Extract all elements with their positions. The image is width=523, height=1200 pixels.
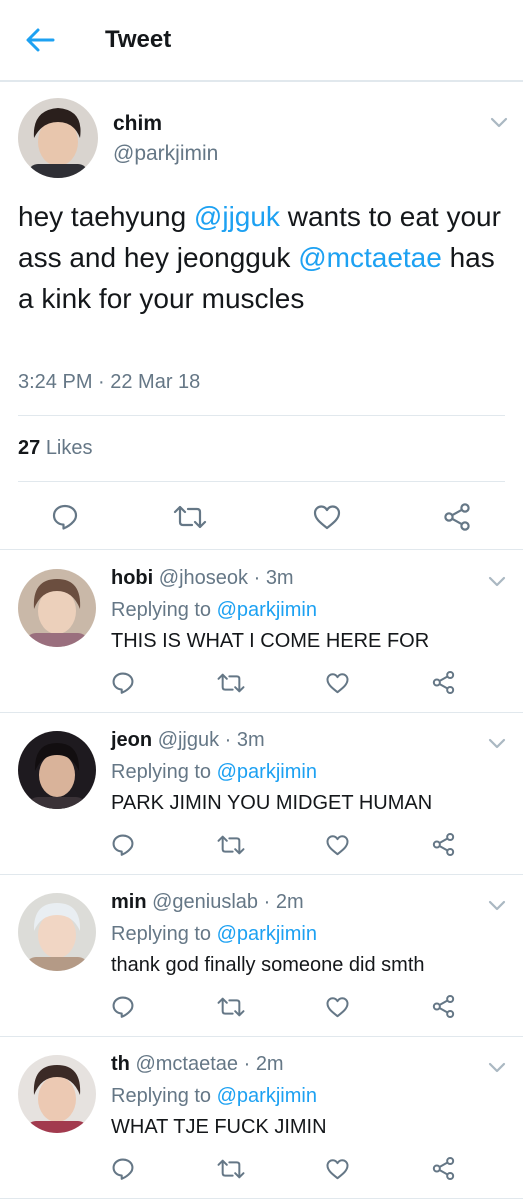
chevron-down-icon[interactable]	[488, 1061, 506, 1073]
page-title: Tweet	[105, 26, 172, 53]
replying-handle[interactable]: @parkjimin	[217, 1085, 317, 1107]
replying-to: Replying to @parkjimin	[111, 761, 317, 784]
reply-header: th @mctaetae · 2m	[111, 1053, 284, 1076]
replying-to: Replying to @parkjimin	[111, 923, 317, 946]
replying-handle[interactable]: @parkjimin	[217, 923, 317, 945]
tweet-text-part: hey taehyung	[18, 201, 194, 232]
heart-icon[interactable]	[325, 833, 350, 857]
reply-icon[interactable]	[111, 671, 135, 695]
share-icon[interactable]	[431, 1156, 456, 1181]
reply-time: 3m	[236, 729, 265, 751]
reply-text: PARK JIMIN YOU MIDGET HUMAN	[111, 792, 433, 814]
chevron-down-icon[interactable]	[488, 899, 506, 911]
likes-number: 27	[18, 437, 41, 459]
reply-author-name[interactable]: hobi	[111, 567, 153, 589]
heart-icon[interactable]	[325, 995, 350, 1019]
retweet-icon[interactable]	[216, 996, 246, 1018]
mention-link[interactable]: @jjguk	[194, 201, 280, 232]
reply-time: 2m	[255, 1053, 284, 1075]
retweet-icon[interactable]	[216, 672, 246, 694]
reply-author-handle[interactable]: @jhoseok	[159, 567, 248, 589]
replying-handle[interactable]: @parkjimin	[217, 761, 317, 783]
reply-header: jeon @jjguk · 3m	[111, 729, 265, 752]
tweet-timestamp: 3:24 PM · 22 Mar 18	[18, 371, 201, 393]
main-tweet: chim @parkjimin hey taehyung @jjguk want…	[0, 84, 523, 550]
replying-label: Replying to	[111, 761, 212, 783]
author-handle[interactable]: @parkjimin	[113, 142, 218, 166]
retweet-icon[interactable]	[172, 504, 208, 530]
share-icon[interactable]	[431, 670, 456, 695]
avatar[interactable]	[18, 893, 96, 971]
divider	[18, 415, 505, 416]
heart-icon[interactable]	[325, 671, 350, 695]
reply-tweet[interactable]: th @mctaetae · 2m Replying to @parkjimin…	[0, 1037, 523, 1199]
tweet-text: hey taehyung @jjguk wants to eat your as…	[18, 196, 508, 319]
reply-tweet[interactable]: jeon @jjguk · 3m Replying to @parkjimin …	[0, 713, 523, 875]
avatar[interactable]	[18, 731, 96, 809]
reply-time: 2m	[275, 891, 304, 913]
separator: ·	[238, 1053, 256, 1075]
replying-label: Replying to	[111, 1085, 212, 1107]
reply-text: THIS IS WHAT I COME HERE FOR	[111, 630, 430, 652]
share-icon[interactable]	[431, 994, 456, 1019]
retweet-icon[interactable]	[216, 834, 246, 856]
avatar[interactable]	[18, 1055, 96, 1133]
likes-count[interactable]: 27 Likes	[18, 437, 93, 460]
replying-handle[interactable]: @parkjimin	[217, 599, 317, 621]
heart-icon[interactable]	[312, 503, 342, 531]
separator: ·	[258, 891, 276, 913]
replying-to: Replying to @parkjimin	[111, 599, 317, 622]
divider	[18, 481, 505, 482]
reply-time: 3m	[265, 567, 294, 589]
likes-label: Likes	[45, 437, 93, 459]
separator: ·	[248, 567, 266, 589]
replying-label: Replying to	[111, 599, 212, 621]
reply-text: thank god finally someone did smth	[111, 954, 425, 976]
retweet-icon[interactable]	[216, 1158, 246, 1180]
replying-label: Replying to	[111, 923, 212, 945]
mention-link[interactable]: @mctaetae	[298, 242, 442, 273]
replying-to: Replying to @parkjimin	[111, 1085, 317, 1108]
chevron-down-icon[interactable]	[488, 575, 506, 587]
heart-icon[interactable]	[325, 1157, 350, 1181]
back-arrow-icon[interactable]	[25, 27, 55, 53]
app-header: Tweet	[0, 0, 523, 82]
share-icon[interactable]	[431, 832, 456, 857]
chevron-down-icon[interactable]	[488, 737, 506, 749]
author-name[interactable]: chim	[113, 112, 162, 136]
reply-author-name[interactable]: min	[111, 891, 147, 913]
reply-header: min @geniuslab · 2m	[111, 891, 304, 914]
reply-author-handle[interactable]: @mctaetae	[135, 1053, 238, 1075]
reply-icon[interactable]	[111, 995, 135, 1019]
avatar[interactable]	[18, 98, 98, 178]
reply-tweet[interactable]: min @geniuslab · 2m Replying to @parkjim…	[0, 875, 523, 1037]
reply-author-name[interactable]: jeon	[111, 729, 152, 751]
reply-icon[interactable]	[51, 503, 79, 531]
avatar[interactable]	[18, 569, 96, 647]
reply-author-name[interactable]: th	[111, 1053, 130, 1075]
chevron-down-icon[interactable]	[490, 116, 508, 128]
reply-tweet[interactable]: hobi @jhoseok · 3m Replying to @parkjimi…	[0, 551, 523, 713]
reply-icon[interactable]	[111, 833, 135, 857]
reply-icon[interactable]	[111, 1157, 135, 1181]
share-icon[interactable]	[442, 502, 472, 532]
reply-header: hobi @jhoseok · 3m	[111, 567, 294, 590]
reply-author-handle[interactable]: @geniuslab	[152, 891, 258, 913]
reply-author-handle[interactable]: @jjguk	[158, 729, 219, 751]
reply-text: WHAT TJE FUCK JIMIN	[111, 1116, 327, 1138]
separator: ·	[219, 729, 237, 751]
